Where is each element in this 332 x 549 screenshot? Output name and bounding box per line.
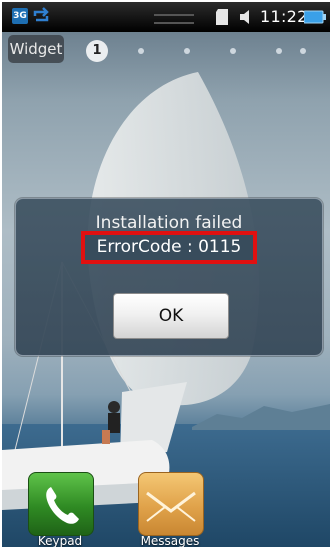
dock-label-keypad: Keypad — [37, 534, 83, 547]
sd-card-icon — [216, 9, 228, 25]
error-code-highlight: ErrorCode : 0115 — [81, 231, 257, 264]
current-page-number[interactable]: 1 — [86, 40, 108, 62]
phone-screen: 3G 11:22 Widget 1 Installation failed Er… — [2, 2, 330, 547]
clock-time: 11:22 — [260, 7, 308, 26]
battery-icon — [304, 10, 326, 24]
notification-handle[interactable] — [154, 14, 194, 24]
envelope-icon[interactable] — [138, 472, 204, 536]
error-dialog: Installation failed ErrorCode : 0115 OK — [15, 198, 323, 356]
sync-icon — [33, 7, 49, 22]
page-dot[interactable] — [300, 48, 306, 54]
widget-button[interactable]: Widget — [8, 35, 64, 63]
error-code-text: ErrorCode : 0115 — [96, 237, 242, 257]
page-dot[interactable] — [276, 48, 282, 54]
status-bar: 3G 11:22 — [2, 2, 330, 32]
phone-icon[interactable] — [28, 472, 94, 536]
3g-icon: 3G — [12, 8, 28, 24]
page-dot[interactable] — [184, 48, 190, 54]
page-dot[interactable] — [230, 48, 236, 54]
ok-button[interactable]: OK — [113, 293, 229, 339]
dock-label-messages: Messages — [140, 534, 200, 547]
volume-icon — [240, 10, 249, 24]
dialog-title: Installation failed — [95, 213, 243, 233]
page-dot[interactable] — [138, 48, 144, 54]
